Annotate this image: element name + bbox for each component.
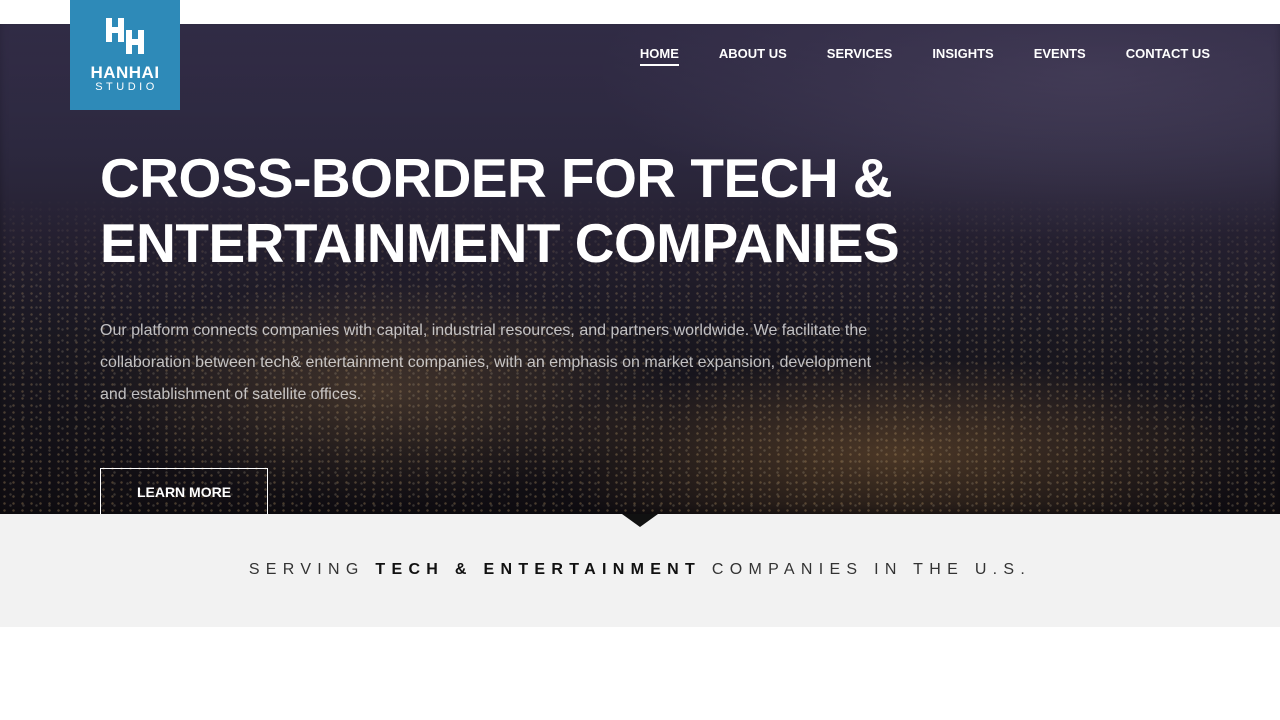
brand-subtitle: STUDIO bbox=[95, 81, 158, 93]
hero-intro-text: Our platform connects companies with cap… bbox=[100, 322, 872, 403]
tagline-emphasis: TECH & ENTERTAINMENT bbox=[375, 561, 702, 578]
learn-more-button[interactable]: LEARN MORE bbox=[100, 468, 268, 514]
hh-logo-icon bbox=[106, 18, 144, 54]
brand-logo[interactable]: HANHAI STUDIO bbox=[70, 0, 180, 110]
tagline-suffix: COMPANIES IN THE U.S. bbox=[701, 561, 1032, 578]
serving-tagline: SERVING TECH & ENTERTAINMENT COMPANIES I… bbox=[0, 561, 1280, 579]
brand-name: HANHAI bbox=[90, 63, 160, 82]
nav-services[interactable]: SERVICES bbox=[827, 46, 893, 66]
top-strip bbox=[0, 0, 1280, 24]
nav-contact-us[interactable]: CONTACT US bbox=[1126, 46, 1210, 66]
main-navigation: HOME ABOUT US SERVICES INSIGHTS EVENTS C… bbox=[639, 46, 1210, 66]
hero-headline-line-2: ENTERTAINMENT COMPANIES bbox=[100, 212, 900, 274]
nav-home[interactable]: HOME bbox=[639, 46, 679, 66]
hero-headline: CROSS-BORDER FOR TECH & ENTERTAINMENT CO… bbox=[100, 146, 940, 276]
nav-about-us[interactable]: ABOUT US bbox=[719, 46, 787, 66]
section-notch-arrow bbox=[622, 514, 658, 527]
nav-insights[interactable]: INSIGHTS bbox=[932, 46, 993, 66]
hero-headline-line-1: CROSS-BORDER FOR TECH & bbox=[100, 147, 893, 209]
nav-events[interactable]: EVENTS bbox=[1034, 46, 1086, 66]
tagline-prefix: SERVING bbox=[248, 561, 376, 578]
